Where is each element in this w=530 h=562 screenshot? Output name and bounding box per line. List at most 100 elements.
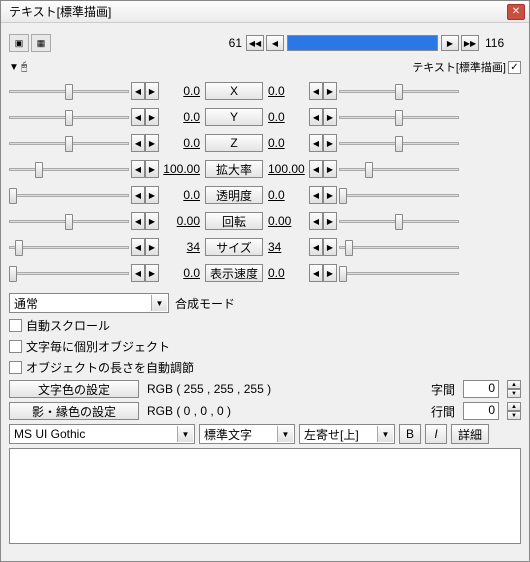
next-button[interactable]: ▶ bbox=[441, 35, 459, 51]
text-input[interactable] bbox=[9, 448, 521, 544]
right-inc[interactable]: ▶ bbox=[323, 212, 337, 230]
right-dec[interactable]: ◀ bbox=[309, 160, 323, 178]
right-slider[interactable] bbox=[339, 237, 459, 257]
right-value[interactable]: 0.0 bbox=[265, 266, 307, 280]
param-name-button[interactable]: 表示速度 bbox=[205, 264, 263, 282]
line-spacing-up[interactable]: ▲ bbox=[507, 402, 521, 411]
align-combo[interactable]: 左寄せ[上]▼ bbox=[299, 424, 395, 444]
blend-mode-combo[interactable]: 通常 ▼ bbox=[9, 293, 169, 313]
left-slider[interactable] bbox=[9, 81, 129, 101]
left-slider[interactable] bbox=[9, 237, 129, 257]
left-value[interactable]: 0.0 bbox=[161, 110, 203, 124]
left-slider[interactable] bbox=[9, 107, 129, 127]
right-dec[interactable]: ◀ bbox=[309, 264, 323, 282]
param-name-button[interactable]: 透明度 bbox=[205, 186, 263, 204]
left-slider[interactable] bbox=[9, 211, 129, 231]
right-slider[interactable] bbox=[339, 133, 459, 153]
left-slider[interactable] bbox=[9, 185, 129, 205]
left-value[interactable]: 0.0 bbox=[161, 84, 203, 98]
font-name-combo[interactable]: MS UI Gothic▼ bbox=[9, 424, 195, 444]
text-color-button[interactable]: 文字色の設定 bbox=[9, 380, 139, 398]
line-spacing-down[interactable]: ▼ bbox=[507, 411, 521, 420]
right-slider[interactable] bbox=[339, 81, 459, 101]
camera-icon[interactable]: ▣ bbox=[9, 34, 29, 52]
right-dec[interactable]: ◀ bbox=[309, 238, 323, 256]
left-inc[interactable]: ▶ bbox=[145, 108, 159, 126]
left-dec[interactable]: ◀ bbox=[131, 82, 145, 100]
layer-icon[interactable]: ▦ bbox=[31, 34, 51, 52]
right-dec[interactable]: ◀ bbox=[309, 82, 323, 100]
titlebar[interactable]: テキスト[標準描画] ✕ bbox=[1, 1, 529, 23]
italic-button[interactable]: I bbox=[425, 424, 447, 444]
left-value[interactable]: 100.00 bbox=[161, 162, 203, 176]
bold-button[interactable]: B bbox=[399, 424, 421, 444]
forward-button[interactable]: ▶▶ bbox=[461, 35, 479, 51]
left-slider[interactable] bbox=[9, 263, 129, 283]
char-spacing-up[interactable]: ▲ bbox=[507, 380, 521, 389]
right-slider[interactable] bbox=[339, 159, 459, 179]
left-value[interactable]: 0.00 bbox=[161, 214, 203, 228]
right-inc[interactable]: ▶ bbox=[323, 160, 337, 178]
right-value[interactable]: 0.0 bbox=[265, 110, 307, 124]
right-inc[interactable]: ▶ bbox=[323, 108, 337, 126]
right-value[interactable]: 0.00 bbox=[265, 214, 307, 228]
left-dec[interactable]: ◀ bbox=[131, 134, 145, 152]
filter-enable-checkbox[interactable]: ✓ bbox=[508, 61, 521, 74]
rewind-button[interactable]: ◀◀ bbox=[246, 35, 264, 51]
mouse-icon[interactable]: 🖰 bbox=[21, 61, 28, 74]
right-dec[interactable]: ◀ bbox=[309, 134, 323, 152]
param-name-button[interactable]: 回転 bbox=[205, 212, 263, 230]
left-inc[interactable]: ▶ bbox=[145, 134, 159, 152]
right-value[interactable]: 0.0 bbox=[265, 84, 307, 98]
left-dec[interactable]: ◀ bbox=[131, 186, 145, 204]
right-slider[interactable] bbox=[339, 107, 459, 127]
left-dec[interactable]: ◀ bbox=[131, 238, 145, 256]
right-inc[interactable]: ▶ bbox=[323, 134, 337, 152]
left-inc[interactable]: ▶ bbox=[145, 160, 159, 178]
left-value[interactable]: 0.0 bbox=[161, 136, 203, 150]
right-inc[interactable]: ▶ bbox=[323, 238, 337, 256]
collapse-icon[interactable]: ▼ bbox=[9, 62, 19, 73]
shadow-color-button[interactable]: 影・縁色の設定 bbox=[9, 402, 139, 420]
right-dec[interactable]: ◀ bbox=[309, 186, 323, 204]
right-slider[interactable] bbox=[339, 211, 459, 231]
param-name-button[interactable]: Z bbox=[205, 134, 263, 152]
right-value[interactable]: 34 bbox=[265, 240, 307, 254]
left-value[interactable]: 0.0 bbox=[161, 266, 203, 280]
left-dec[interactable]: ◀ bbox=[131, 160, 145, 178]
right-value[interactable]: 0.0 bbox=[265, 136, 307, 150]
right-inc[interactable]: ▶ bbox=[323, 82, 337, 100]
left-dec[interactable]: ◀ bbox=[131, 212, 145, 230]
left-slider[interactable] bbox=[9, 133, 129, 153]
char-spacing-down[interactable]: ▼ bbox=[507, 389, 521, 398]
left-inc[interactable]: ▶ bbox=[145, 238, 159, 256]
right-inc[interactable]: ▶ bbox=[323, 186, 337, 204]
right-inc[interactable]: ▶ bbox=[323, 264, 337, 282]
detail-button[interactable]: 詳細 bbox=[451, 424, 489, 444]
right-dec[interactable]: ◀ bbox=[309, 212, 323, 230]
close-button[interactable]: ✕ bbox=[507, 4, 525, 20]
line-spacing-input[interactable]: 0 bbox=[463, 402, 499, 420]
param-name-button[interactable]: Y bbox=[205, 108, 263, 126]
char-spacing-input[interactable]: 0 bbox=[463, 380, 499, 398]
left-value[interactable]: 0.0 bbox=[161, 188, 203, 202]
left-dec[interactable]: ◀ bbox=[131, 108, 145, 126]
prev-button[interactable]: ◀ bbox=[266, 35, 284, 51]
right-dec[interactable]: ◀ bbox=[309, 108, 323, 126]
timeline-bar[interactable] bbox=[287, 35, 438, 51]
right-value[interactable]: 100.00 bbox=[265, 162, 307, 176]
right-slider[interactable] bbox=[339, 185, 459, 205]
auto-length-checkbox[interactable] bbox=[9, 361, 22, 374]
param-name-button[interactable]: サイズ bbox=[205, 238, 263, 256]
left-dec[interactable]: ◀ bbox=[131, 264, 145, 282]
param-name-button[interactable]: X bbox=[205, 82, 263, 100]
left-value[interactable]: 34 bbox=[161, 240, 203, 254]
font-style-combo[interactable]: 標準文字▼ bbox=[199, 424, 295, 444]
per-char-checkbox[interactable] bbox=[9, 340, 22, 353]
left-inc[interactable]: ▶ bbox=[145, 264, 159, 282]
auto-scroll-checkbox[interactable] bbox=[9, 319, 22, 332]
right-slider[interactable] bbox=[339, 263, 459, 283]
left-slider[interactable] bbox=[9, 159, 129, 179]
left-inc[interactable]: ▶ bbox=[145, 212, 159, 230]
param-name-button[interactable]: 拡大率 bbox=[205, 160, 263, 178]
